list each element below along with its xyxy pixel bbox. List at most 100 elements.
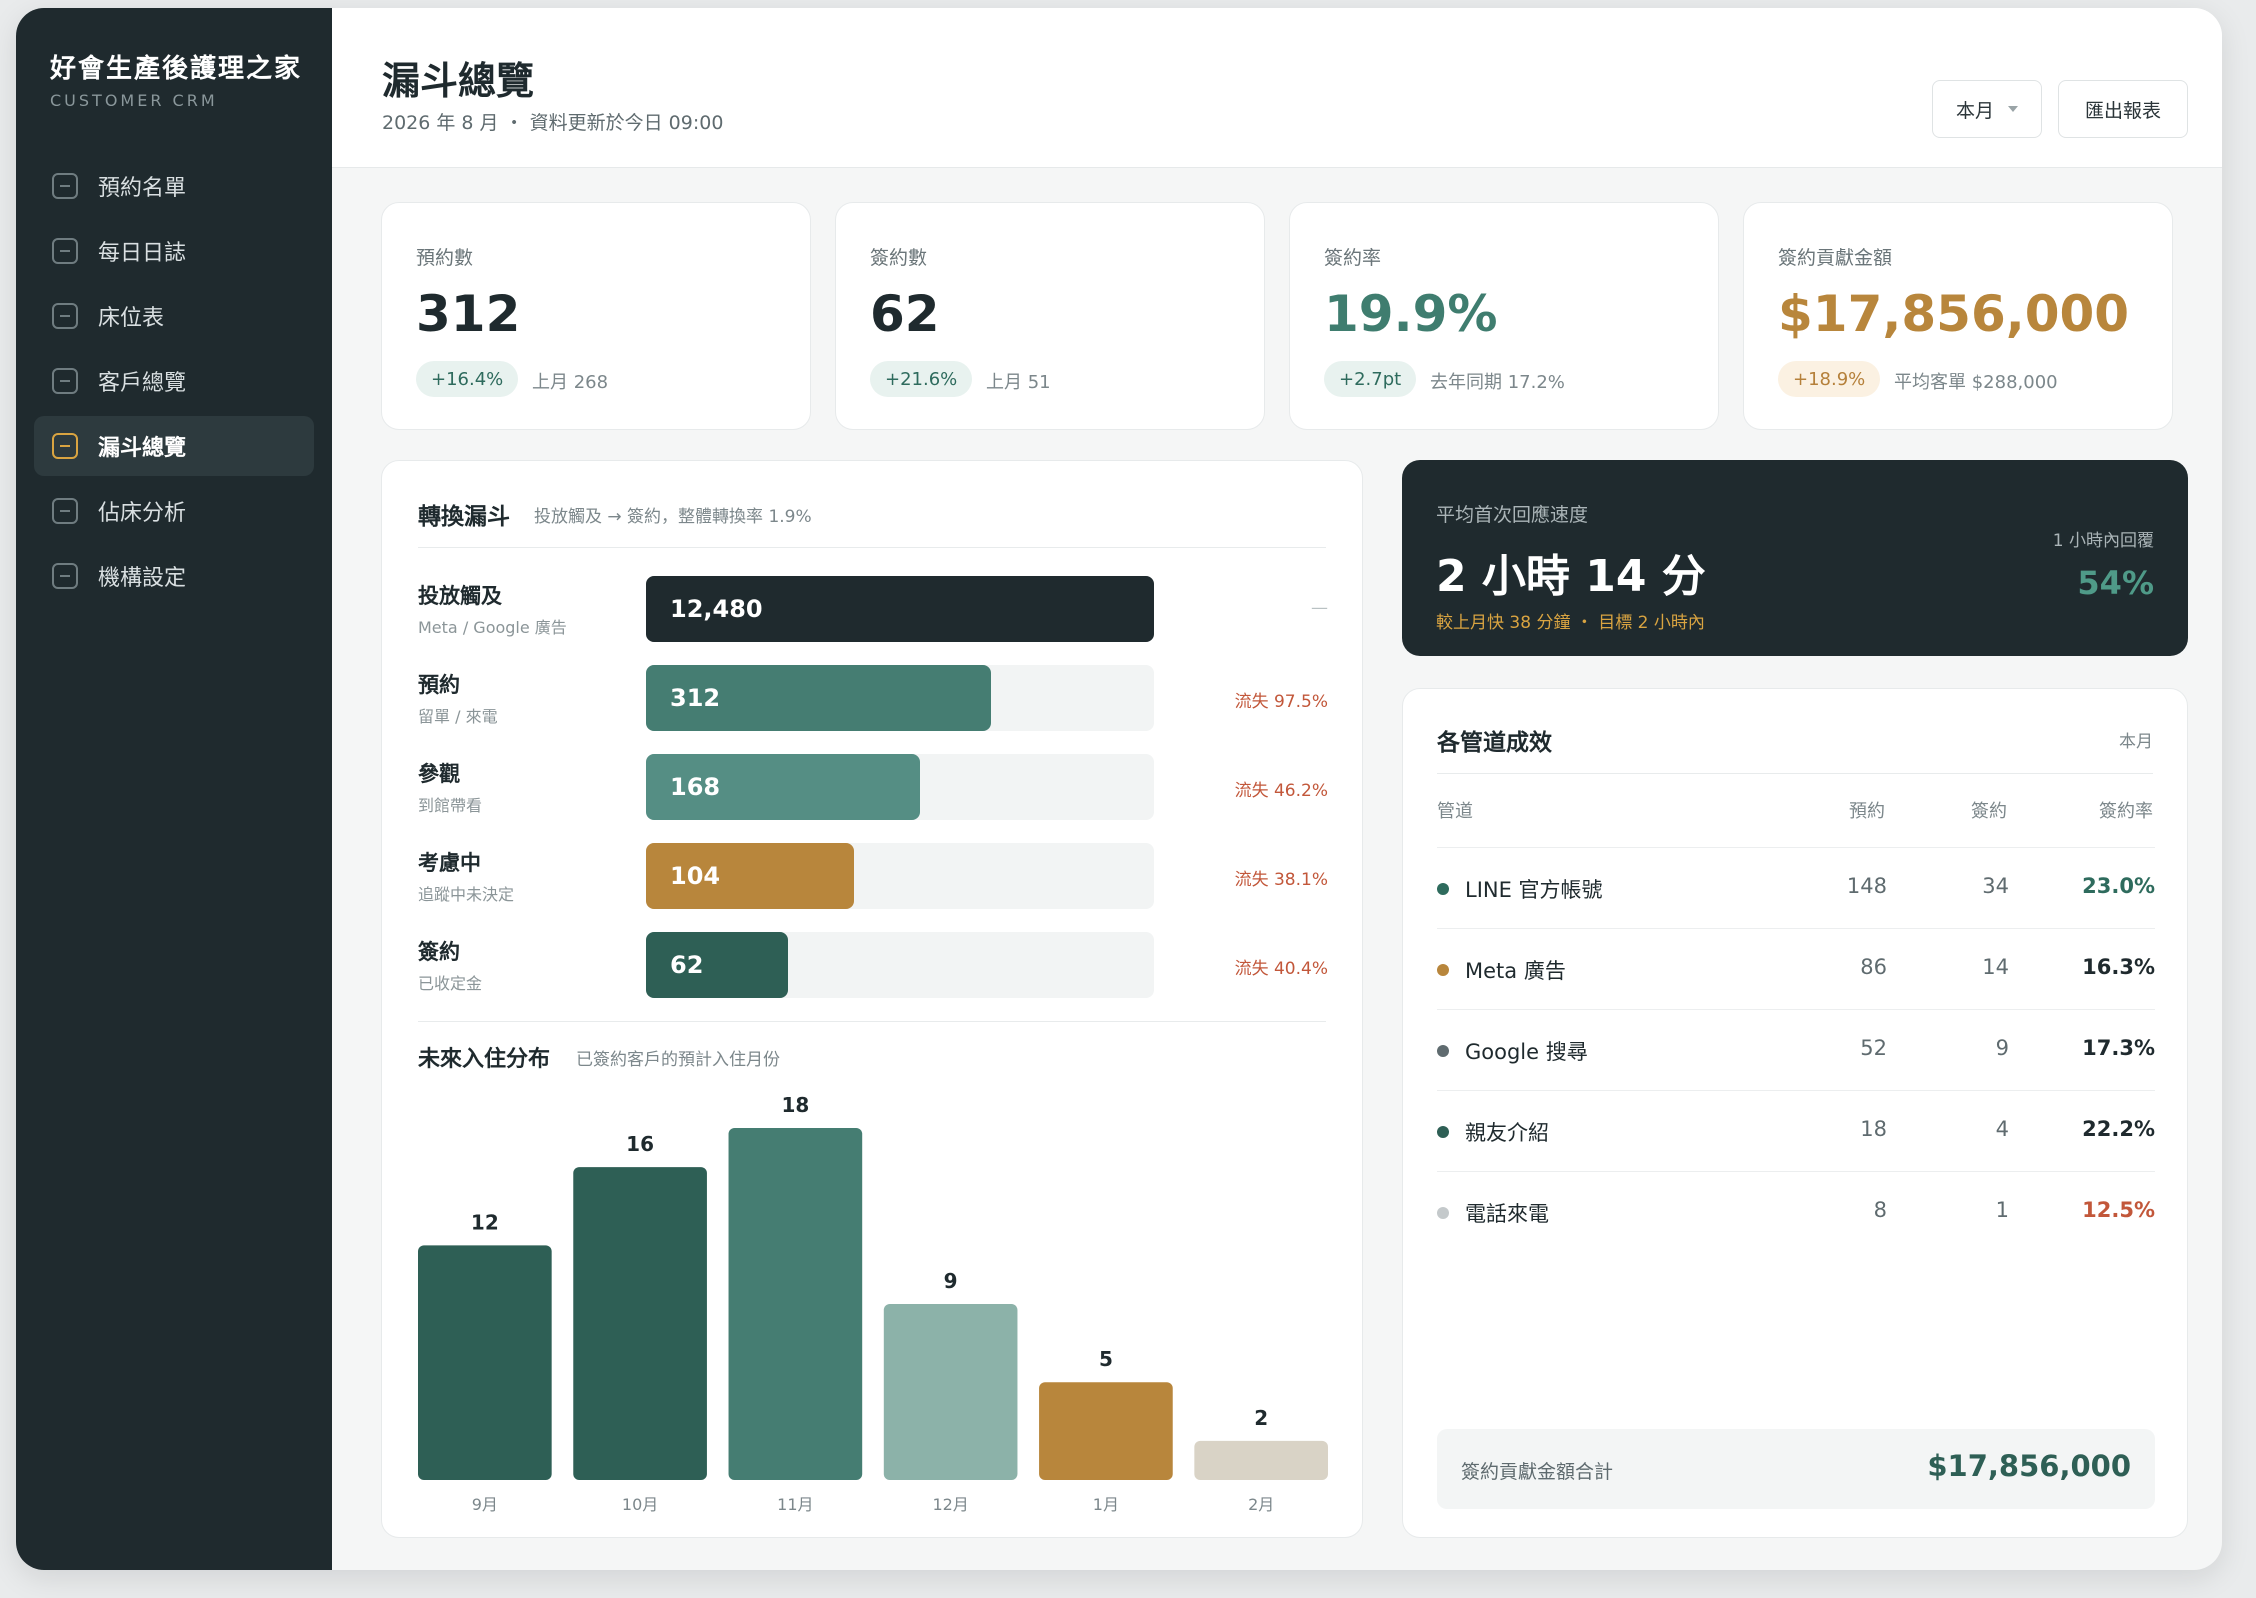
sidebar-item-label: 客戶總覽 bbox=[98, 371, 187, 396]
sidebar-item-label: 佔床分析 bbox=[98, 501, 187, 526]
total-label: 簽約貢獻金額合計 bbox=[1461, 1461, 1614, 1483]
move-in-bar-chart: 12 9月 16 10月 18 11月 9 12月 5 1月 2 2月 bbox=[418, 1093, 1328, 1514]
channel-signed: 4 bbox=[1995, 1117, 2009, 1141]
brand-title: 好會生產後護理之家 bbox=[50, 54, 303, 84]
sidebar: 好會生產後護理之家 CUSTOMER CRM 預約名單 每日日誌 床位表 客戶總… bbox=[16, 8, 332, 1570]
table-row[interactable]: 電話來電 8 1 12.5% bbox=[1437, 1171, 2155, 1251]
analytics-icon bbox=[52, 498, 78, 524]
kpi-change-badge: +18.9% bbox=[1778, 361, 1881, 397]
kpi-value: 62 bbox=[870, 285, 940, 343]
one-hour-reply-value: 54% bbox=[2077, 564, 2154, 602]
x-tick-label: 11月 bbox=[777, 1495, 813, 1514]
channel-booked: 148 bbox=[1846, 874, 1887, 898]
response-speed-card: 平均首次回應速度 2 小時 14 分 較上月快 38 分鐘 ・ 目標 2 小時內… bbox=[1402, 460, 2188, 656]
channel-signed: 34 bbox=[1982, 874, 2009, 898]
channel-booked: 52 bbox=[1860, 1036, 1887, 1060]
table-row[interactable]: LINE 官方帳號 148 34 23.0% bbox=[1437, 847, 2155, 927]
page-subtitle: 2026 年 8 月 ・ 資料更新於今日 09:00 bbox=[382, 112, 724, 134]
kpi-change-badge: +21.6% bbox=[870, 361, 973, 397]
journal-icon bbox=[52, 238, 78, 264]
channel-booked: 86 bbox=[1860, 955, 1887, 979]
sidebar-item-label: 預約名單 bbox=[98, 176, 187, 201]
sidebar-item-funnel-overview[interactable]: 漏斗總覽 bbox=[34, 416, 314, 476]
move-in-bar bbox=[883, 1304, 1018, 1480]
channel-name: 電話來電 bbox=[1465, 1202, 1549, 1226]
bar-value-label: 9 bbox=[944, 1269, 958, 1293]
table-row[interactable]: 親友介紹 18 4 22.2% bbox=[1437, 1090, 2155, 1170]
channel-dot-icon bbox=[1437, 1207, 1449, 1219]
divider bbox=[1437, 773, 2153, 774]
kpi-change-badge: +16.4% bbox=[416, 361, 519, 397]
channel-dot-icon bbox=[1437, 964, 1449, 976]
kpi-value: 19.9% bbox=[1324, 285, 1498, 343]
sidebar-item-booking-list[interactable]: 預約名單 bbox=[34, 156, 314, 216]
channel-dot-icon bbox=[1437, 1045, 1449, 1057]
channel-rate: 23.0% bbox=[2082, 874, 2155, 898]
kpi-note: 平均客單 $288,000 bbox=[1894, 372, 2058, 393]
kpi-value: 312 bbox=[416, 285, 521, 343]
page-title: 漏斗總覽 bbox=[382, 59, 535, 103]
channel-booked: 18 bbox=[1860, 1117, 1887, 1141]
period-select-label: 本月 bbox=[1955, 99, 1994, 122]
one-hour-reply-label: 1 小時內回覆 bbox=[2052, 531, 2154, 551]
kpi-label: 預約數 bbox=[416, 247, 474, 269]
channel-dot-icon bbox=[1437, 1126, 1449, 1138]
channel-signed: 14 bbox=[1982, 955, 2009, 979]
channel-rate: 12.5% bbox=[2082, 1198, 2155, 1222]
kpi-card-contract-amount: 簽約貢獻金額 $17,856,000 +18.9% 平均客單 $288,000 bbox=[1743, 202, 2173, 430]
app-window: 好會生產後護理之家 CUSTOMER CRM 預約名單 每日日誌 床位表 客戶總… bbox=[16, 8, 2222, 1570]
channel-name: Google 搜尋 bbox=[1465, 1040, 1588, 1064]
table-row[interactable]: Google 搜尋 52 9 17.3% bbox=[1437, 1009, 2155, 1089]
move-in-bar bbox=[1039, 1382, 1173, 1480]
export-report-button[interactable]: 匯出報表 bbox=[2058, 80, 2188, 138]
sidebar-item-label: 機構設定 bbox=[98, 566, 187, 591]
move-in-bar bbox=[573, 1167, 707, 1480]
channel-name: LINE 官方帳號 bbox=[1465, 878, 1603, 902]
kpi-value: $17,856,000 bbox=[1778, 285, 2130, 343]
column-header-booked: 預約 bbox=[1849, 801, 1885, 822]
x-tick-label: 1月 bbox=[1093, 1495, 1119, 1514]
x-tick-label: 10月 bbox=[622, 1495, 658, 1514]
channel-rate: 22.2% bbox=[2082, 1117, 2155, 1141]
kpi-card-contracts: 簽約數 62 +21.6% 上月 51 bbox=[835, 202, 1265, 430]
column-header-signed: 簽約 bbox=[1971, 801, 2007, 822]
x-tick-label: 12月 bbox=[932, 1495, 968, 1514]
channel-title: 各管道成效 bbox=[1437, 730, 1552, 756]
sidebar-item-bed-chart[interactable]: 床位表 bbox=[34, 286, 314, 346]
sidebar-item-label: 每日日誌 bbox=[98, 241, 187, 266]
bar-value-label: 5 bbox=[1099, 1347, 1113, 1371]
response-speed-note: 較上月快 38 分鐘 ・ 目標 2 小時內 bbox=[1436, 613, 1705, 633]
funnel-card: 轉換漏斗 投放觸及 → 簽約，整體轉換率 1.9% 投放觸及 Meta / Go… bbox=[381, 460, 1363, 1538]
list-icon bbox=[52, 173, 78, 199]
column-header-rate: 簽約率 bbox=[2099, 801, 2153, 822]
column-header-channel: 管道 bbox=[1437, 801, 1473, 822]
channel-performance-card: 各管道成效 本月 管道 預約 簽約 簽約率 LINE 官方帳號 148 34 2… bbox=[1402, 688, 2188, 1538]
period-select[interactable]: 本月 bbox=[1932, 80, 2042, 138]
response-speed-label: 平均首次回應速度 bbox=[1436, 504, 1589, 526]
channel-rate: 17.3% bbox=[2082, 1036, 2155, 1060]
funnel-icon bbox=[52, 433, 78, 459]
sidebar-item-customer-overview[interactable]: 客戶總覽 bbox=[34, 351, 314, 411]
bar-value-label: 2 bbox=[1254, 1406, 1268, 1430]
sidebar-item-settings[interactable]: 機構設定 bbox=[34, 546, 314, 606]
kpi-label: 簽約數 bbox=[870, 247, 928, 269]
kpi-label: 簽約貢獻金額 bbox=[1778, 247, 1893, 269]
sidebar-nav: 預約名單 每日日誌 床位表 客戶總覽 漏斗總覽 佔床分析 機構設定 bbox=[34, 156, 314, 611]
kpi-card-bookings: 預約數 312 +16.4% 上月 268 bbox=[381, 202, 811, 430]
sidebar-item-label: 床位表 bbox=[98, 306, 165, 331]
channel-name: Meta 廣告 bbox=[1465, 959, 1566, 983]
channel-signed: 9 bbox=[1995, 1036, 2009, 1060]
kpi-label: 簽約率 bbox=[1324, 247, 1382, 269]
sidebar-item-label: 漏斗總覽 bbox=[98, 436, 187, 461]
settings-icon bbox=[52, 563, 78, 589]
channel-rate: 16.3% bbox=[2082, 955, 2155, 979]
table-row[interactable]: Meta 廣告 86 14 16.3% bbox=[1437, 928, 2155, 1008]
sidebar-item-daily-log[interactable]: 每日日誌 bbox=[34, 221, 314, 281]
bed-icon bbox=[52, 303, 78, 329]
bar-value-label: 18 bbox=[781, 1093, 809, 1117]
x-tick-label: 9月 bbox=[472, 1495, 498, 1514]
kpi-note: 去年同期 17.2% bbox=[1430, 372, 1565, 393]
sidebar-item-occupancy-analysis[interactable]: 佔床分析 bbox=[34, 481, 314, 541]
channel-dot-icon bbox=[1437, 883, 1449, 895]
page-header: 漏斗總覽 2026 年 8 月 ・ 資料更新於今日 09:00 本月 匯出報表 bbox=[332, 8, 2222, 168]
